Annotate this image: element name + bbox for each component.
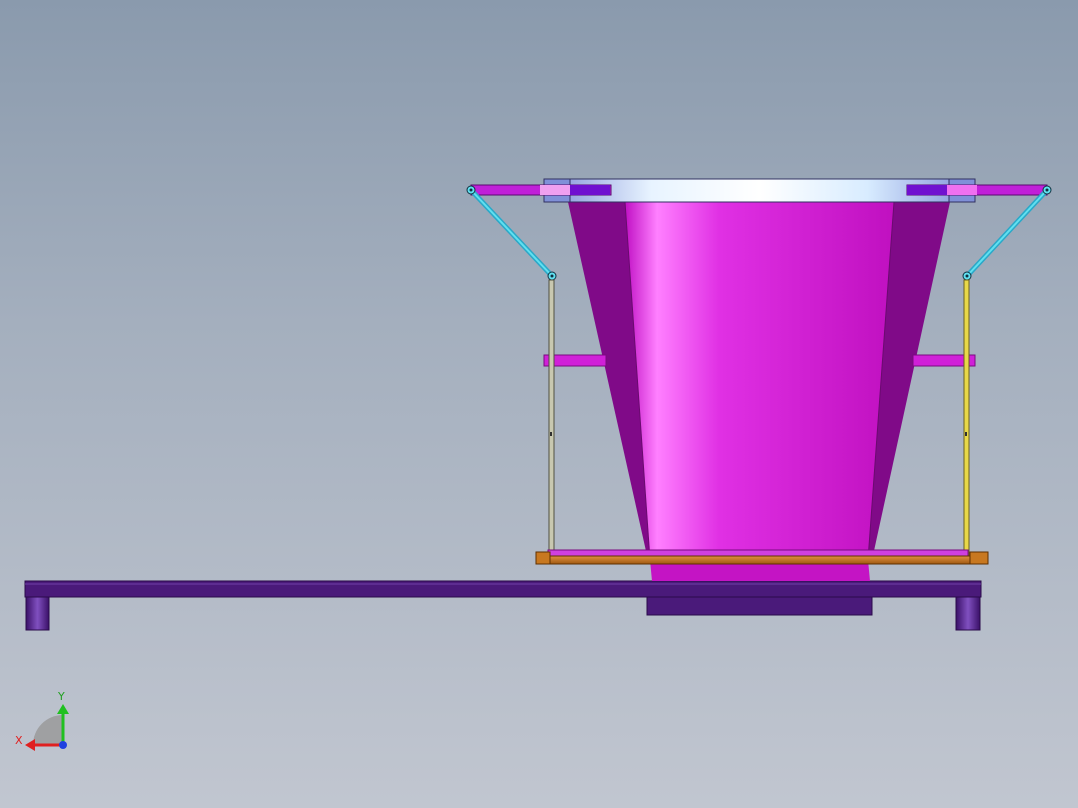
triad-y-label: Y [57,690,65,703]
hopper-cone[interactable] [568,201,950,581]
base-beam[interactable] [24,580,982,598]
base-leg-right[interactable] [955,596,981,631]
orientation-triad: Y X [15,690,69,751]
tray-rail[interactable] [535,555,989,565]
triad-z-axis [59,741,67,749]
hopper-front[interactable] [625,202,894,560]
base-frame[interactable] [24,580,982,631]
rod-left[interactable] [548,279,555,557]
triad-plane-shade [33,715,63,745]
cad-model-scene[interactable]: Y X [0,0,1078,808]
tray-plate[interactable] [547,549,969,557]
base-leg-left[interactable] [25,596,50,631]
rod-right[interactable] [963,279,970,557]
triad-x-label: X [15,734,23,747]
outlet-block[interactable] [646,596,873,616]
cad-viewport[interactable]: Y X [0,0,1078,808]
tray-end-right[interactable] [969,551,989,565]
tray-end-left[interactable] [535,551,551,565]
collection-tray[interactable] [535,549,989,565]
